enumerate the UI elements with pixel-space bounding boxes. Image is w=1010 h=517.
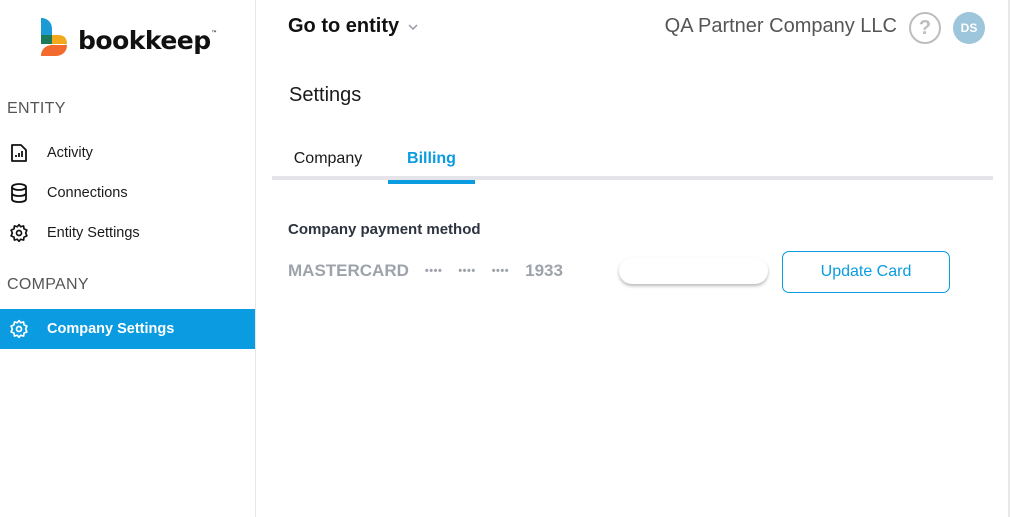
saved-card-info: MASTERCARD •••• •••• •••• 1933 [288, 261, 563, 281]
card-brand: MASTERCARD [288, 261, 409, 280]
activity-report-icon [9, 143, 29, 163]
card-masked-group: •••• [491, 265, 510, 277]
card-masked-group: •••• [424, 265, 443, 277]
card-last-four: 1933 [525, 261, 563, 280]
brand-name: bookkeep ™ [78, 25, 217, 55]
gear-icon [9, 319, 29, 339]
card-masked-group: •••• [458, 265, 476, 277]
payment-method-heading: Company payment method [288, 221, 481, 238]
update-card-button[interactable]: Update Card [782, 251, 950, 293]
card-entry-field[interactable] [619, 258, 768, 284]
chevron-down-icon [408, 22, 418, 32]
help-icon[interactable]: ? [909, 12, 941, 44]
entity-selector-dropdown[interactable]: Go to entity [288, 15, 418, 38]
sidebar-item-label: Company Settings [47, 321, 175, 337]
entity-selector-label: Go to entity [288, 15, 400, 37]
sidebar-item-label: Entity Settings [47, 225, 140, 241]
bookkeep-logo-mark-icon [41, 18, 67, 56]
sidebar-item-company-settings[interactable]: Company Settings [0, 309, 255, 349]
sidebar: bookkeep ™ ENTITY Activity Connections E… [0, 0, 256, 517]
gear-icon [9, 223, 29, 243]
sidebar-item-label: Connections [47, 185, 128, 201]
current-company-name: QA Partner Company LLC [664, 15, 897, 37]
section-label-entity: ENTITY [7, 100, 66, 117]
tab-company[interactable]: Company [272, 138, 384, 180]
sidebar-item-entity-settings[interactable]: Entity Settings [0, 213, 255, 253]
database-icon [9, 183, 29, 203]
user-avatar[interactable]: DS [953, 12, 985, 44]
bookkeep-logo[interactable]: bookkeep ™ [40, 18, 217, 56]
section-label-company: COMPANY [7, 276, 89, 293]
trademark-symbol: ™ [211, 29, 217, 37]
page-title: Settings [289, 84, 362, 106]
sidebar-item-connections[interactable]: Connections [0, 173, 255, 213]
sidebar-item-label: Activity [47, 145, 93, 161]
tab-billing[interactable]: Billing [388, 138, 475, 184]
sidebar-item-activity[interactable]: Activity [0, 133, 255, 173]
settings-tabs: Company Billing [272, 138, 993, 184]
